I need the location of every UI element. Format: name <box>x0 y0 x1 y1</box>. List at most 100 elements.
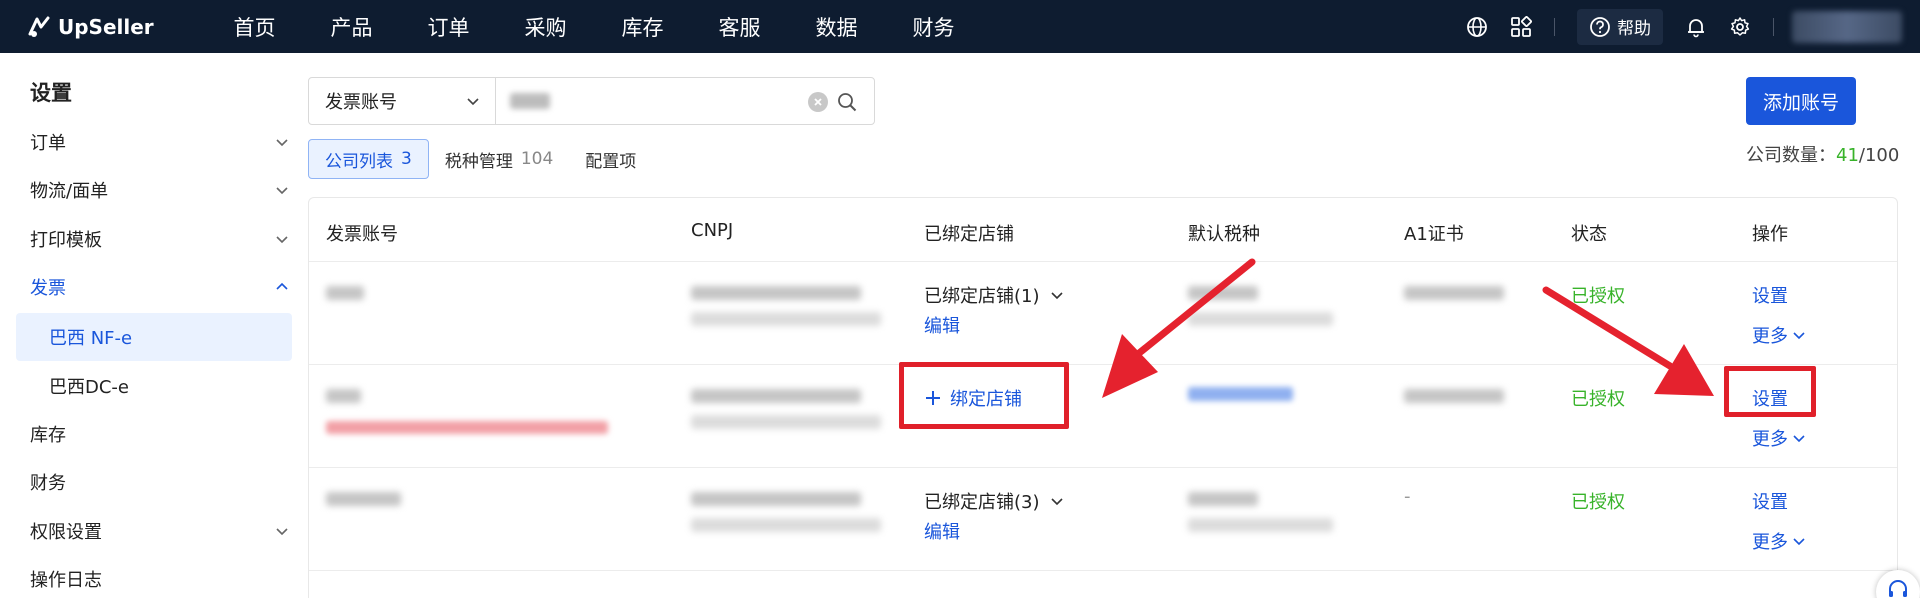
nav-purchase[interactable]: 采购 <box>497 12 594 42</box>
nav-customer-service[interactable]: 客服 <box>691 12 788 42</box>
bound-shops-cell: 已绑定店铺(1) 编辑 <box>924 282 1064 338</box>
nav-finance[interactable]: 财务 <box>885 12 982 42</box>
default-tax-redacted <box>1188 286 1333 326</box>
sidebar-item-label: 操作日志 <box>30 570 102 591</box>
more-dropdown[interactable]: 更多 <box>1752 425 1806 451</box>
upseller-logo[interactable]: UpSeller <box>26 14 196 40</box>
tab-config[interactable]: 配置项 <box>569 139 652 179</box>
sidebar-item-logistics[interactable]: 物流/面单 <box>0 166 300 214</box>
status-badge: 已授权 <box>1571 389 1625 410</box>
chevron-down-icon <box>1050 498 1063 506</box>
clear-icon[interactable] <box>808 92 828 112</box>
a1-cert-redacted <box>1404 286 1504 300</box>
column-header-cnpj: CNPJ <box>691 220 734 241</box>
nav-data[interactable]: 数据 <box>788 12 885 42</box>
tab-count: 3 <box>401 149 412 169</box>
sidebar-subitem-brazil-dce[interactable]: 巴西DC-e <box>16 362 292 410</box>
table-row: 绑定店铺 已授权 设置 更多 <box>309 365 1897 468</box>
more-dropdown[interactable]: 更多 <box>1752 528 1806 554</box>
tab-count: 104 <box>520 149 554 169</box>
main-nav: 首页 产品 订单 采购 库存 客服 数据 财务 <box>206 12 982 42</box>
add-account-button[interactable]: 添加账号 <box>1746 77 1856 125</box>
tab-tax-management[interactable]: 税种管理 104 <box>429 139 569 179</box>
invoice-account-redacted <box>326 286 364 300</box>
divider <box>1554 17 1555 36</box>
sidebar-item-label: 订单 <box>30 133 66 154</box>
default-tax-redacted[interactable] <box>1188 387 1293 401</box>
search-field-select[interactable]: 发票账号 <box>309 78 496 124</box>
sidebar-item-permissions[interactable]: 权限设置 <box>0 507 300 555</box>
sidebar-item-label: 财务 <box>30 473 66 494</box>
sidebar-item-label: 发票 <box>30 278 66 299</box>
upseller-logo-icon <box>28 16 50 37</box>
more-label: 更多 <box>1752 326 1788 347</box>
sidebar-item-label: 库存 <box>30 425 66 446</box>
company-table: 发票账号 CNPJ 已绑定店铺 默认税种 A1证书 状态 操作 已绑定店铺(1)… <box>308 197 1898 598</box>
sidebar-item-operation-log[interactable]: 操作日志 <box>0 555 300 598</box>
chevron-down-icon <box>467 98 479 106</box>
brand-name: UpSeller <box>58 14 154 39</box>
nav-orders[interactable]: 订单 <box>400 12 497 42</box>
setting-link[interactable]: 设置 <box>1752 488 1806 514</box>
sidebar-item-inventory[interactable]: 库存 <box>0 410 300 458</box>
tab-company-list[interactable]: 公司列表 3 <box>308 139 429 179</box>
apps-grid-icon[interactable] <box>1510 15 1532 38</box>
edit-link[interactable]: 编辑 <box>924 312 1064 338</box>
gear-icon[interactable] <box>1729 16 1751 38</box>
sidebar-item-label: 打印模板 <box>30 230 102 251</box>
sidebar-item-orders[interactable]: 订单 <box>0 118 300 166</box>
sidebar-subitem-label: 巴西 NF-e <box>49 328 133 349</box>
bound-shops-cell: 已绑定店铺(3) 编辑 <box>924 488 1064 544</box>
tab-label: 配置项 <box>585 151 637 172</box>
user-account-menu[interactable] <box>1792 10 1902 43</box>
chevron-down-icon <box>276 187 288 195</box>
top-navbar: UpSeller 首页 产品 订单 采购 库存 客服 数据 财务 帮助 <box>0 0 1920 53</box>
status-badge: 已授权 <box>1571 286 1625 307</box>
help-button[interactable]: 帮助 <box>1577 8 1663 45</box>
sidebar-item-label: 物流/面单 <box>30 181 109 202</box>
sidebar-item-finance[interactable]: 财务 <box>0 458 300 506</box>
more-dropdown[interactable]: 更多 <box>1752 322 1806 348</box>
nav-inventory[interactable]: 库存 <box>594 12 691 42</box>
highlight-box-bind-shop <box>899 362 1069 429</box>
more-label: 更多 <box>1752 532 1788 553</box>
tab-bar: 公司列表 3 税种管理 104 配置项 <box>308 139 652 179</box>
search-icon[interactable] <box>836 91 858 113</box>
chevron-down-icon <box>276 236 288 244</box>
sidebar-item-invoice[interactable]: 发票 <box>0 263 300 311</box>
cnpj-redacted <box>691 286 881 326</box>
company-count-current: 41 <box>1836 145 1859 166</box>
company-count-label: 公司数量： <box>1746 145 1836 166</box>
a1-cert-redacted <box>1404 389 1504 403</box>
settings-sidebar: 设置 订单 物流/面单 打印模板 发票 巴西 NF-e 巴西DC-e 库存 财务… <box>0 53 300 598</box>
company-count-total: /100 <box>1858 145 1900 166</box>
chevron-down-icon <box>276 528 288 536</box>
actions-cell: 设置 更多 <box>1752 282 1806 348</box>
sidebar-title: 设置 <box>30 81 72 105</box>
cnpj-redacted <box>691 389 881 429</box>
setting-link[interactable]: 设置 <box>1752 282 1806 308</box>
nav-home[interactable]: 首页 <box>206 12 303 42</box>
invoice-account-redacted <box>326 492 401 506</box>
bound-shops-dropdown[interactable]: 已绑定店铺(1) <box>924 282 1064 308</box>
divider <box>1773 17 1774 36</box>
chevron-down-icon <box>1793 435 1805 443</box>
table-row: 已绑定店铺(3) 编辑 - 已授权 设置 更多 <box>309 468 1897 571</box>
column-header-status: 状态 <box>1571 224 1607 245</box>
search-value-redacted <box>510 93 550 109</box>
invoice-account-redacted <box>326 389 608 434</box>
column-header-default-tax: 默认税种 <box>1188 224 1260 245</box>
bound-shops-dropdown[interactable]: 已绑定店铺(3) <box>924 488 1064 514</box>
sidebar-subitem-brazil-nfe[interactable]: 巴西 NF-e <box>16 313 292 361</box>
chevron-down-icon <box>276 139 288 147</box>
nav-products[interactable]: 产品 <box>303 12 400 42</box>
search-input[interactable] <box>496 78 874 124</box>
edit-link[interactable]: 编辑 <box>924 518 1064 544</box>
globe-icon[interactable] <box>1466 16 1488 38</box>
bell-icon[interactable] <box>1685 16 1707 38</box>
chevron-down-icon <box>1793 538 1805 546</box>
company-count: 公司数量：41/100 <box>1746 141 1899 167</box>
sidebar-item-print-templates[interactable]: 打印模板 <box>0 215 300 263</box>
search-field-label: 发票账号 <box>325 92 397 113</box>
help-label: 帮助 <box>1617 19 1651 39</box>
